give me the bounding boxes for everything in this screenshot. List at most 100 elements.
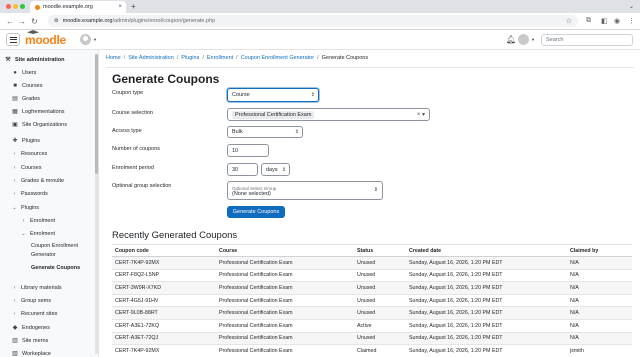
sidebar-item-grades-results[interactable]: › Grades & mroulte <box>12 178 64 184</box>
table-row: CERT-9L0B-88RT Professional Certification… <box>112 306 632 320</box>
breadcrumb-enrollment[interactable]: Enrollment <box>207 55 233 61</box>
sidebar-item-plugins[interactable]: ⌄ Plugins <box>12 205 39 211</box>
table-row: CERT-7K4P-92MX Professional Certification… <box>112 256 632 270</box>
site-avatar[interactable] <box>80 34 91 45</box>
column-header-created-date[interactable]: Created date <box>406 244 567 257</box>
new-tab-icon[interactable]: + <box>131 2 136 11</box>
sidebar-item-generator[interactable]: Generator <box>31 252 56 258</box>
breadcrumb-home[interactable]: Home <box>106 55 121 61</box>
sidebar-item-users[interactable]: ● Users <box>12 70 36 76</box>
sidebar-item-recunent-sites[interactable]: › Recunent sites <box>12 311 58 317</box>
forward-icon[interactable]: → <box>18 17 26 26</box>
moodle-logo[interactable]: moodle <box>25 30 66 47</box>
sidebar-item-logs[interactable]: ▦ Logfrementations <box>12 109 64 115</box>
cell-status: Claimed <box>354 344 406 357</box>
breadcrumb-coupon-generator[interactable]: Coupon Enrollment Generator <box>241 55 314 61</box>
user-icon: ● <box>13 70 17 76</box>
plugin-icon: ✚ <box>12 138 18 144</box>
cell-course: Professional Certification Exam <box>216 332 354 346</box>
profile-icon[interactable]: ◉ <box>614 17 620 25</box>
sidebar-scrollbar[interactable] <box>95 54 98 354</box>
access-type-select[interactable]: Bulk ⇕ <box>227 126 303 138</box>
sidebar-item-library-materials[interactable]: › Library materials <box>12 285 62 291</box>
sidebar-item-endogenes[interactable]: ◆ Endogenes <box>12 325 50 331</box>
sidebar-item-enrolment-1[interactable]: › Enrolment <box>21 218 55 224</box>
sidebar-item-site-merns[interactable]: ▥ Site merns <box>12 338 48 344</box>
sidebar-item-plugins-top[interactable]: ✚ Plugins <box>12 138 40 144</box>
column-header-status[interactable]: Status <box>354 244 406 257</box>
sidebar-toggle-icon[interactable]: ◧ <box>601 17 608 25</box>
column-header-course[interactable]: Course <box>216 244 354 257</box>
cell-created-date: Sunday, August 16, 2026, 1:20 PM EDT <box>406 281 567 295</box>
sidebar-item-site-organizations[interactable]: ▣ Site Organizations <box>12 122 67 128</box>
sidebar-item-coupon-enrollment[interactable]: Coupon Enrollment <box>31 243 78 249</box>
selected-course-chip[interactable]: Professional Certification Exam <box>232 110 315 119</box>
courses-icon: ■ <box>13 83 17 89</box>
browser-menu-icon[interactable]: ⋮ <box>628 17 635 25</box>
cell-created-date: Sunday, August 16, 2026, 1:20 PM EDT <box>406 332 567 346</box>
close-window-icon[interactable] <box>6 4 11 9</box>
select-arrows-icon: ⇕ <box>294 129 299 135</box>
user-avatar[interactable] <box>518 34 529 45</box>
search-input[interactable]: Search <box>541 34 633 46</box>
coupon-type-select[interactable]: Course ⇕ <box>227 88 319 102</box>
sidebar-item-group-sems[interactable]: › Group sems <box>12 298 51 304</box>
breadcrumb-site-administration[interactable]: Site Administration <box>128 55 174 61</box>
drawer-toggle-button[interactable] <box>6 33 20 46</box>
site-info-icon[interactable]: ⊜ <box>54 18 59 24</box>
minimize-window-icon[interactable] <box>13 4 18 9</box>
breadcrumb: Home / Site Administration / Plugins / Enro… <box>106 55 369 61</box>
generate-coupons-button[interactable]: Generate Coupons <box>227 206 285 218</box>
maximize-window-icon[interactable] <box>20 4 25 9</box>
course-selection-label: Course selection <box>112 110 153 116</box>
breadcrumb-plugins[interactable]: Plugins <box>181 55 199 61</box>
site-icon: ▥ <box>12 338 18 344</box>
num-coupons-label: Number of coupons <box>112 146 160 152</box>
sidebar-item-passwords[interactable]: › Passwords <box>12 191 48 197</box>
cell-status: Unused <box>354 294 406 308</box>
table-row: CERT-A3ET-72QJ Professional Certification… <box>112 332 632 346</box>
cell-claimed-by: N/A <box>567 306 632 320</box>
enrolment-period-input[interactable]: 30 <box>227 163 258 176</box>
sidebar-item-site-administration[interactable]: ⚒ Site administration <box>5 57 64 63</box>
page-title: Generate Coupons <box>112 72 220 86</box>
sidebar-item-courses[interactable]: ■ Courses <box>12 83 42 89</box>
enrolment-period-unit-select[interactable]: days ⇕ <box>261 163 290 176</box>
notifications-bell-icon[interactable]: 🔔︎ <box>506 35 516 44</box>
chevron-down-icon: ⌄ <box>12 205 17 211</box>
back-icon[interactable]: ← <box>6 17 14 26</box>
cell-coupon-code: CERT-7K4P-92MX <box>112 344 216 357</box>
chevron-right-icon: › <box>13 285 16 291</box>
cell-claimed-by: N/A <box>567 294 632 308</box>
browser-tab[interactable]: moodle.example.org × <box>30 1 126 13</box>
clear-selection-icon[interactable]: × ▾ <box>417 111 425 118</box>
cell-course: Professional Certification Exam <box>216 269 354 283</box>
course-selection-autocomplete[interactable]: Professional Certification Exam × ▾ <box>227 108 430 121</box>
reload-icon[interactable]: ↻ <box>31 17 38 26</box>
sidebar-item-enrolment-2[interactable]: ⌄ Enrolment <box>21 231 55 237</box>
cell-status: Unused <box>354 306 406 320</box>
table-row: CERT-7K4P-92MX Professional Certification… <box>112 344 632 357</box>
column-header-claimed-by[interactable]: Claimed by <box>567 244 632 257</box>
url-path: /admin/plugins/enrol/coupon/generate.php <box>112 18 216 24</box>
address-bar[interactable]: ⊜ moodle.example.org/admin/plugins/enrol… <box>48 15 578 27</box>
table-row: CERT-A3E1-72KQ Professional Certification… <box>112 319 632 333</box>
table-row: CERT-F8Q2-L5NP Professional Certification… <box>112 269 632 283</box>
tab-list-icon[interactable]: ⌄ <box>629 3 634 10</box>
bookmark-star-icon[interactable]: ☆ <box>566 17 572 25</box>
group-selection-select[interactable]: Optional Select Group (None selected) ⇕ <box>227 181 383 200</box>
cell-course: Professional Certification Exam <box>216 306 354 320</box>
close-tab-icon[interactable]: × <box>118 4 122 10</box>
sidebar-item-generate-coupons[interactable]: Generate Coupons <box>31 265 80 271</box>
sidebar-item-resources[interactable]: › Resources <box>12 151 48 157</box>
sidebar-item-grades[interactable]: ▤ Grades <box>12 96 40 102</box>
browser-toolbar: ← → ↻ ⊜ moodle.example.org/admin/plugins… <box>0 13 640 30</box>
column-header-coupon-code[interactable]: Coupon code <box>112 244 216 257</box>
chevron-down-icon: ▼ <box>531 37 535 42</box>
cell-coupon-code: CERT-F8Q2-L5NP <box>112 269 216 283</box>
extensions-icon[interactable]: ⧉ <box>586 17 591 25</box>
num-coupons-input[interactable]: 10 <box>227 144 269 157</box>
sidebar-item-courses-group[interactable]: › Courses <box>12 165 42 171</box>
cell-claimed-by: N/A <box>567 256 632 270</box>
sidebar-item-workeplace[interactable]: ▧ Workeplace <box>12 351 51 357</box>
